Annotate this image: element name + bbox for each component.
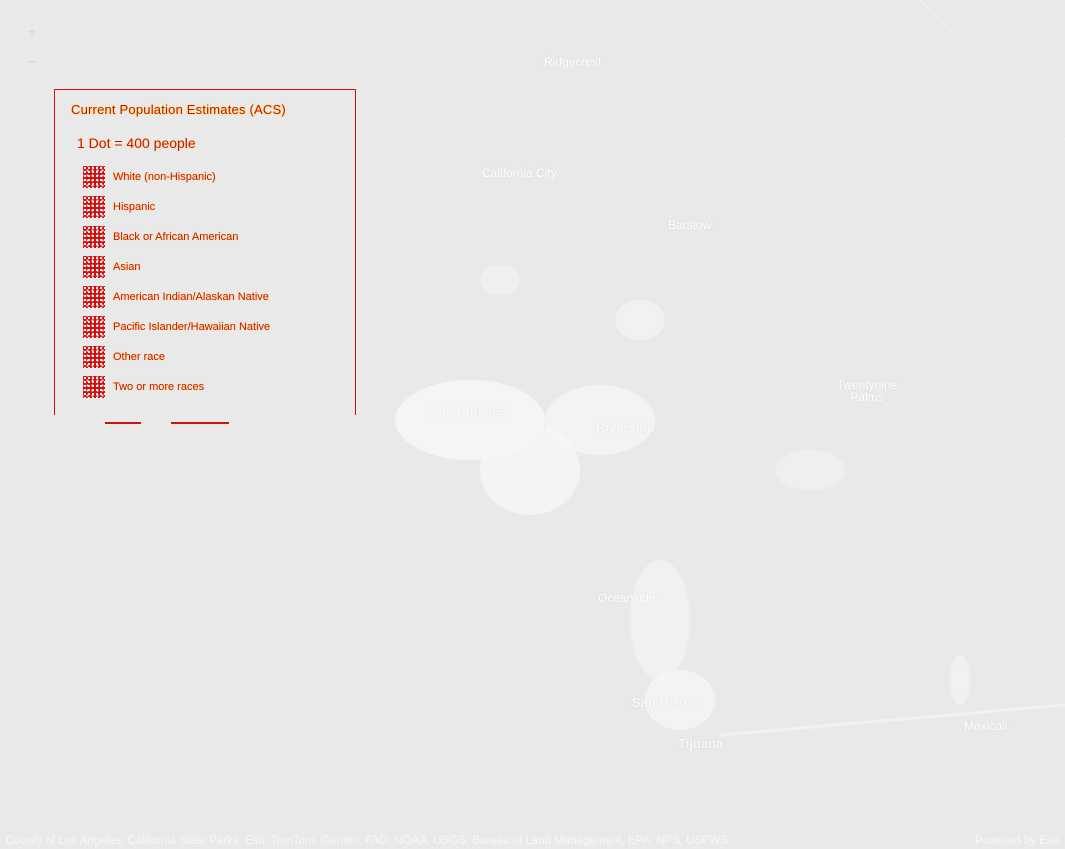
place-label-barstow: Barstow (668, 218, 712, 232)
legend-item-label: Two or more races (113, 381, 205, 393)
legend-item: American Indian/Alaskan Native (83, 282, 270, 312)
legend-item-label: American Indian/Alaskan Native (113, 291, 269, 303)
place-label-tijuana: Tijuana (678, 736, 724, 751)
legend-item-label: Hispanic (113, 201, 156, 213)
legend-item: Hispanic (83, 192, 270, 222)
zoom-in-button[interactable]: + (18, 20, 46, 50)
dot-swatch-icon (83, 316, 105, 338)
place-label-los-angeles: Los Angeles (430, 403, 507, 418)
legend-item-label: Asian (113, 261, 141, 273)
legend-title: Current Population Estimates (ACS) (71, 102, 286, 117)
place-label-twentynine-palms: Twentynine Palms (836, 378, 898, 404)
dot-swatch-icon (83, 166, 105, 188)
map-attribution[interactable]: County of Los Angeles, California State … (6, 835, 728, 847)
dot-swatch-icon (83, 196, 105, 218)
dot-swatch-icon (83, 376, 105, 398)
place-label-oceanside: Oceanside (598, 591, 656, 605)
legend-item-label: Other race (113, 351, 165, 363)
place-label-ridgecrest: Ridgecrest (544, 55, 602, 69)
zoom-out-button[interactable]: − (18, 50, 46, 80)
dot-swatch-icon (83, 286, 105, 308)
legend-item: Two or more races (83, 372, 270, 402)
dot-swatch-icon (83, 256, 105, 278)
zoom-controls: + − (18, 20, 46, 80)
legend-item: White (non-Hispanic) (83, 162, 270, 192)
legend-item: Pacific Islander/Hawaiian Native (83, 312, 270, 342)
legend-item: Asian (83, 252, 270, 282)
legend-item-label: Black or African American (113, 231, 239, 243)
legend-item-label: White (non-Hispanic) (113, 171, 216, 183)
legend-dot-scale: 1 Dot = 400 people (77, 135, 196, 151)
dot-swatch-icon (83, 346, 105, 368)
place-label-california-city: California City (482, 166, 557, 180)
legend-panel: Current Population Estimates (ACS) 1 Dot… (54, 89, 356, 424)
dot-swatch-icon (83, 226, 105, 248)
legend-item-label: Pacific Islander/Hawaiian Native (113, 321, 271, 333)
place-label-san-diego: San Diego (632, 695, 696, 710)
legend-footer-bar (171, 422, 229, 424)
legend-item: Other race (83, 342, 270, 372)
legend-list: White (non-Hispanic) Hispanic Black or A… (83, 162, 270, 402)
legend-item: Black or African American (83, 222, 270, 252)
place-label-mexicali: Mexicali (964, 719, 1008, 733)
legend-footer-bar (105, 422, 141, 424)
place-label-riverside: Riverside (596, 420, 655, 435)
powered-by-esri-link[interactable]: Powered by Esri (975, 835, 1059, 847)
